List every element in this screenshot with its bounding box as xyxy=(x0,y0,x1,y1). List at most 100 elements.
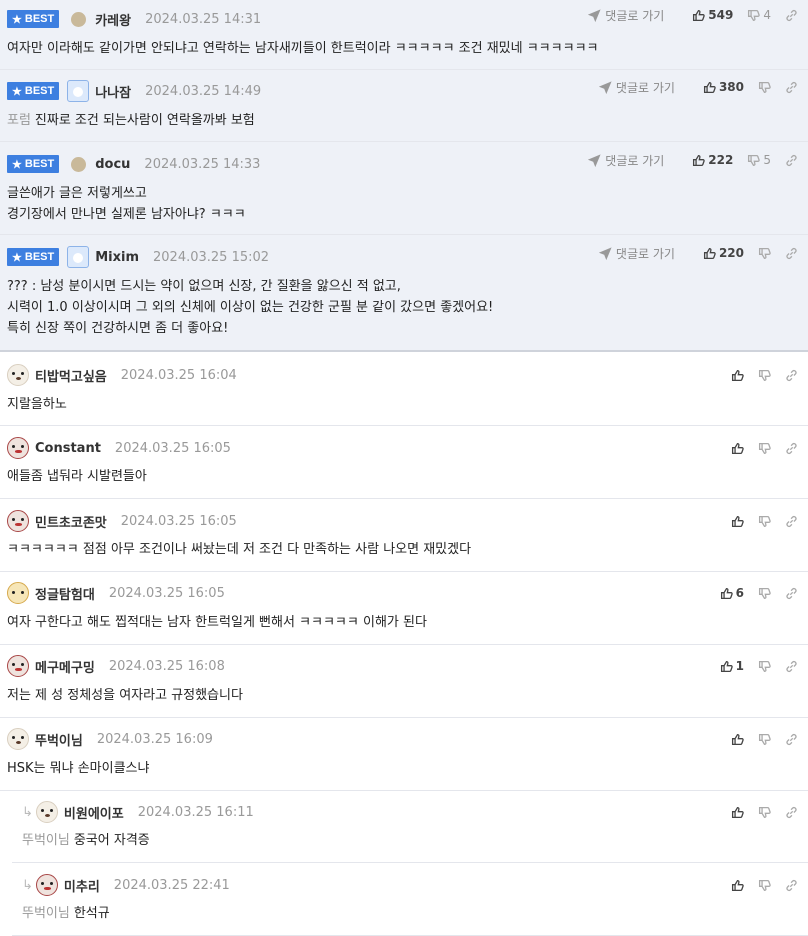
nickname[interactable]: 뚜벅이님 xyxy=(35,730,83,749)
thumbs-down-icon xyxy=(758,442,771,455)
comment: 민트초코존맛 2024.03.25 16:05 ㅋㅋㅋㅋㅋㅋ 점점 아무 조건이나 … xyxy=(0,499,808,572)
upvote-button[interactable]: 549 xyxy=(692,8,733,22)
comment-line: 여자 구한다고 해도 찝적대는 남자 한트럭일게 뻔해서 ㅋㅋㅋㅋㅋ 이해가 된… xyxy=(7,612,427,633)
comment-body: 포럼 진짜로 조건 되는사람이 연락올까봐 보험 xyxy=(7,110,255,131)
comment: Constant 2024.03.25 16:05 애들좀 냅둬라 시발련들아 xyxy=(0,426,808,499)
comment-body: 저는 제 성 정체성을 여자라고 규정했습니다 xyxy=(7,685,243,706)
upvote-button[interactable] xyxy=(731,442,744,455)
downvote-button[interactable]: 4 xyxy=(747,8,771,22)
nickname[interactable]: 카레왕 xyxy=(95,10,131,29)
nickname[interactable]: 정글탐험대 xyxy=(35,584,95,603)
avatar[interactable] xyxy=(7,728,29,750)
thumbs-up-icon xyxy=(720,587,733,600)
avatar[interactable] xyxy=(35,801,58,823)
avatar[interactable] xyxy=(35,874,58,896)
downvote-button[interactable] xyxy=(758,733,771,746)
comment-date: 2024.03.25 16:04 xyxy=(120,367,237,383)
upvote-button[interactable]: 380 xyxy=(703,80,744,94)
upvote-button[interactable]: 1 xyxy=(720,659,744,673)
nickname[interactable]: 민트초코존맛 xyxy=(35,512,107,531)
go-to-reply-link[interactable]: 댓글로 가기 xyxy=(598,245,675,262)
comment-line: ??? : 남성 분이시면 드시는 약이 없으며 신장, 간 질환을 앓으신 적… xyxy=(7,276,493,297)
avatar[interactable] xyxy=(7,510,29,532)
avatar[interactable] xyxy=(7,582,29,604)
copy-link-button[interactable] xyxy=(785,81,798,94)
go-to-reply-link[interactable]: 댓글로 가기 xyxy=(588,152,664,169)
upvote-button[interactable] xyxy=(731,369,744,382)
copy-link-button[interactable] xyxy=(785,587,798,600)
nickname[interactable]: 티밥먹고싶음 xyxy=(35,366,107,385)
comment-text: 저는 제 성 정체성을 여자라고 규정했습니다 xyxy=(7,688,243,703)
avatar[interactable] xyxy=(67,80,90,102)
thumbs-down-icon xyxy=(758,879,771,892)
nickname[interactable]: Constant xyxy=(35,441,101,456)
nickname[interactable]: 비원에이포 xyxy=(64,803,124,822)
mention-tag[interactable]: 포럼 xyxy=(7,113,31,128)
downvote-button[interactable] xyxy=(758,442,771,455)
copy-link-button[interactable] xyxy=(785,733,798,746)
avatar[interactable] xyxy=(7,655,29,677)
nickname[interactable]: docu xyxy=(95,157,130,172)
best-label: BEST xyxy=(24,13,55,25)
upvote-button[interactable] xyxy=(731,733,744,746)
best-comment: ★ BEST 카레왕 2024.03.25 14:31 댓글로 가기 549 4 여자만 이라… xyxy=(0,0,808,70)
comment-header: 정글탐험대 2024.03.25 16:05 xyxy=(7,582,225,604)
copy-link-button[interactable] xyxy=(785,515,798,528)
upvote-button[interactable] xyxy=(731,515,744,528)
avatar[interactable] xyxy=(71,156,87,172)
go-to-reply-link[interactable]: 댓글로 가기 xyxy=(598,79,675,96)
copy-link-button[interactable] xyxy=(785,806,798,819)
downvote-count: 4 xyxy=(763,8,771,22)
copy-link-button[interactable] xyxy=(785,9,798,22)
thumbs-up-icon xyxy=(703,247,716,260)
reply-arrow-icon: ↳ xyxy=(22,877,33,893)
thumbs-down-icon xyxy=(758,660,771,673)
comment-actions: 댓글로 가기 380 xyxy=(598,76,798,98)
nickname[interactable]: 메구메구밍 xyxy=(35,657,95,676)
avatar[interactable] xyxy=(7,437,29,459)
copy-link-button[interactable] xyxy=(785,247,798,260)
upvote-button[interactable]: 220 xyxy=(703,246,744,260)
nickname[interactable]: 나나잠 xyxy=(95,82,131,101)
thumbs-down-icon xyxy=(758,247,771,260)
thumbs-up-icon xyxy=(731,369,744,382)
mention-tag[interactable]: 뚜벅이님 xyxy=(22,833,70,848)
downvote-button[interactable]: 5 xyxy=(747,153,771,167)
upvote-button[interactable] xyxy=(731,879,744,892)
downvote-button[interactable] xyxy=(758,587,771,600)
comment-header: ↳ 비원에이포 2024.03.25 16:11 xyxy=(22,801,254,823)
comment-date: 2024.03.25 16:05 xyxy=(108,585,225,601)
go-to-reply-link[interactable]: 댓글로 가기 xyxy=(588,7,664,24)
comment-line: 시력이 1.0 이상이시며 그 외의 신체에 이상이 없는 건강한 군필 분 같… xyxy=(7,297,493,318)
link-icon xyxy=(785,81,798,94)
thumbs-up-icon xyxy=(720,660,733,673)
comment-body: 지랄을하노 xyxy=(7,394,67,415)
comment-date: 2024.03.25 16:05 xyxy=(120,513,237,529)
downvote-button[interactable] xyxy=(758,660,771,673)
comment-header: ★ BEST 카레왕 2024.03.25 14:31 xyxy=(7,8,261,30)
comment-header: ★ BEST 나나잠 2024.03.25 14:49 xyxy=(7,80,261,102)
downvote-button[interactable] xyxy=(758,879,771,892)
upvote-button[interactable] xyxy=(731,806,744,819)
copy-link-button[interactable] xyxy=(785,442,798,455)
downvote-count: 5 xyxy=(763,153,771,167)
avatar[interactable] xyxy=(71,11,87,27)
mention-tag[interactable]: 뚜벅이님 xyxy=(22,906,70,921)
downvote-button[interactable] xyxy=(758,806,771,819)
nickname[interactable]: Mixim xyxy=(95,250,139,265)
downvote-button[interactable] xyxy=(758,247,771,260)
copy-link-button[interactable] xyxy=(785,879,798,892)
downvote-button[interactable] xyxy=(758,515,771,528)
upvote-button[interactable]: 6 xyxy=(720,586,744,600)
upvote-button[interactable]: 222 xyxy=(692,153,733,167)
copy-link-button[interactable] xyxy=(785,154,798,167)
copy-link-button[interactable] xyxy=(785,369,798,382)
avatar[interactable] xyxy=(7,364,29,386)
copy-link-button[interactable] xyxy=(785,660,798,673)
downvote-button[interactable] xyxy=(758,369,771,382)
downvote-button[interactable] xyxy=(758,81,771,94)
avatar[interactable] xyxy=(67,246,90,268)
link-icon xyxy=(785,660,798,673)
nickname[interactable]: 미추리 xyxy=(64,876,100,895)
link-icon xyxy=(785,442,798,455)
